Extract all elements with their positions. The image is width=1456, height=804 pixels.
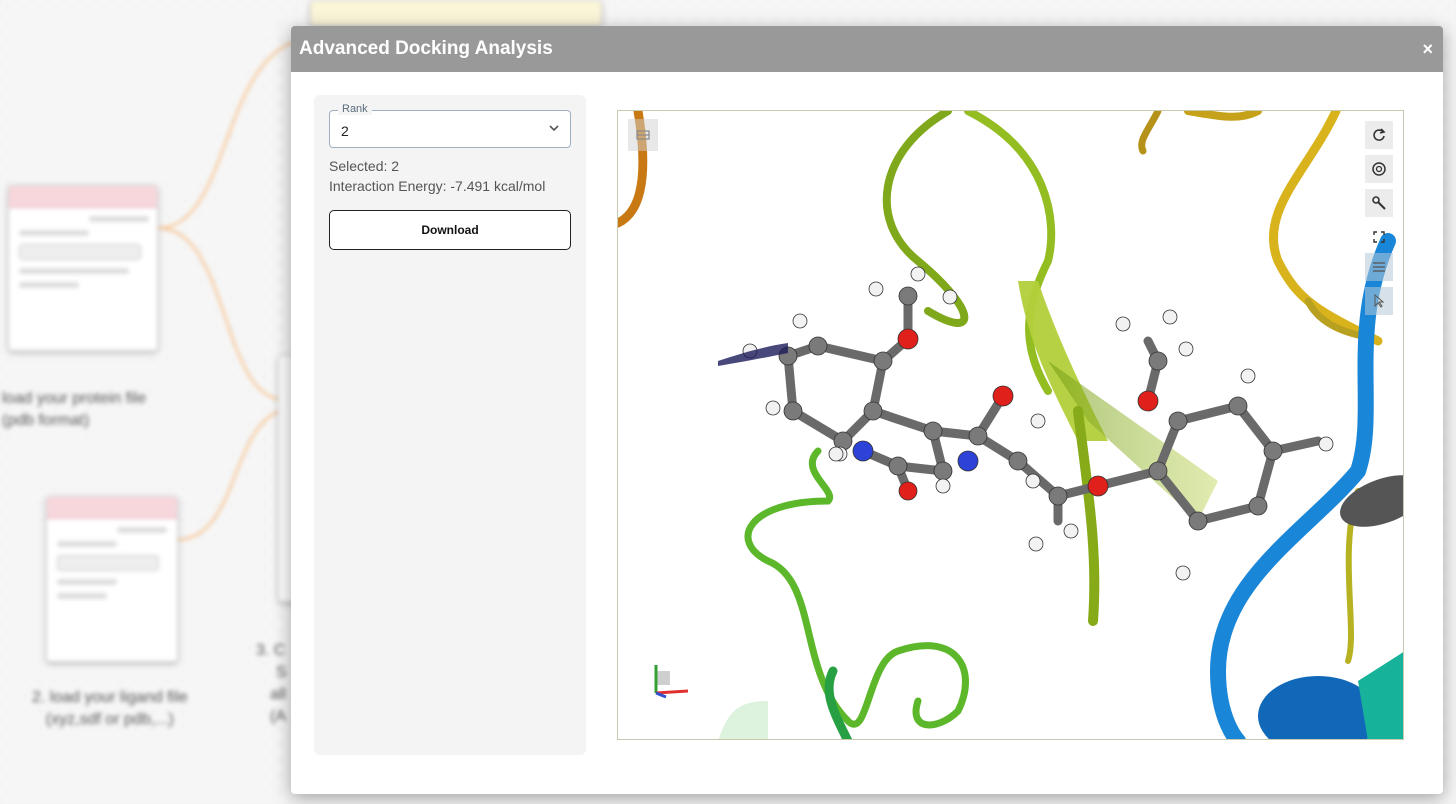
protein-ribbons bbox=[618, 111, 1396, 739]
chevron-down-icon bbox=[549, 125, 559, 132]
ligand-caption: 2. load your ligand file (xyz,sdf or pdb… bbox=[32, 689, 188, 728]
rank-value: 2 bbox=[341, 123, 349, 139]
faded-ribbon bbox=[718, 701, 768, 739]
rank-label: Rank bbox=[338, 103, 372, 115]
beta-strand-shadow bbox=[1048, 361, 1218, 521]
interaction-energy-text: Interaction Energy: -7.491 kcal/mol bbox=[329, 178, 546, 194]
strand-loop bbox=[1073, 406, 1100, 626]
docking-analysis-modal: Advanced Docking Analysis × Rank 2 Selec… bbox=[291, 26, 1443, 794]
rotate-icon[interactable] bbox=[1365, 121, 1393, 149]
rank-select[interactable]: Rank 2 bbox=[329, 103, 571, 148]
modal-header: Advanced Docking Analysis × bbox=[291, 26, 1443, 72]
load-ligand-node bbox=[46, 496, 178, 662]
axes-indicator bbox=[654, 665, 689, 699]
modal-title: Advanced Docking Analysis bbox=[299, 38, 553, 59]
sliders-icon[interactable] bbox=[1365, 253, 1393, 281]
protein-caption: load your protein file (pdb format) bbox=[2, 390, 147, 429]
molecule-viewer[interactable] bbox=[617, 110, 1404, 740]
download-button[interactable]: Download bbox=[329, 210, 571, 250]
third-caption: 3. C S all (A bbox=[256, 642, 287, 725]
top-node bbox=[310, 0, 602, 26]
selected-text: Selected: 2 bbox=[329, 158, 400, 174]
fullscreen-icon[interactable] bbox=[1365, 223, 1393, 251]
load-protein-node bbox=[8, 185, 158, 351]
molecular-scene bbox=[618, 111, 1403, 739]
close-icon[interactable]: × bbox=[1422, 39, 1435, 60]
layers-icon[interactable] bbox=[628, 119, 658, 151]
analysis-sidebar: Rank 2 Selected: 2 Interaction Energy: -… bbox=[314, 95, 586, 755]
aperture-icon[interactable] bbox=[1365, 155, 1393, 183]
wrench-icon[interactable] bbox=[1365, 189, 1393, 217]
cursor-icon[interactable] bbox=[1365, 287, 1393, 315]
